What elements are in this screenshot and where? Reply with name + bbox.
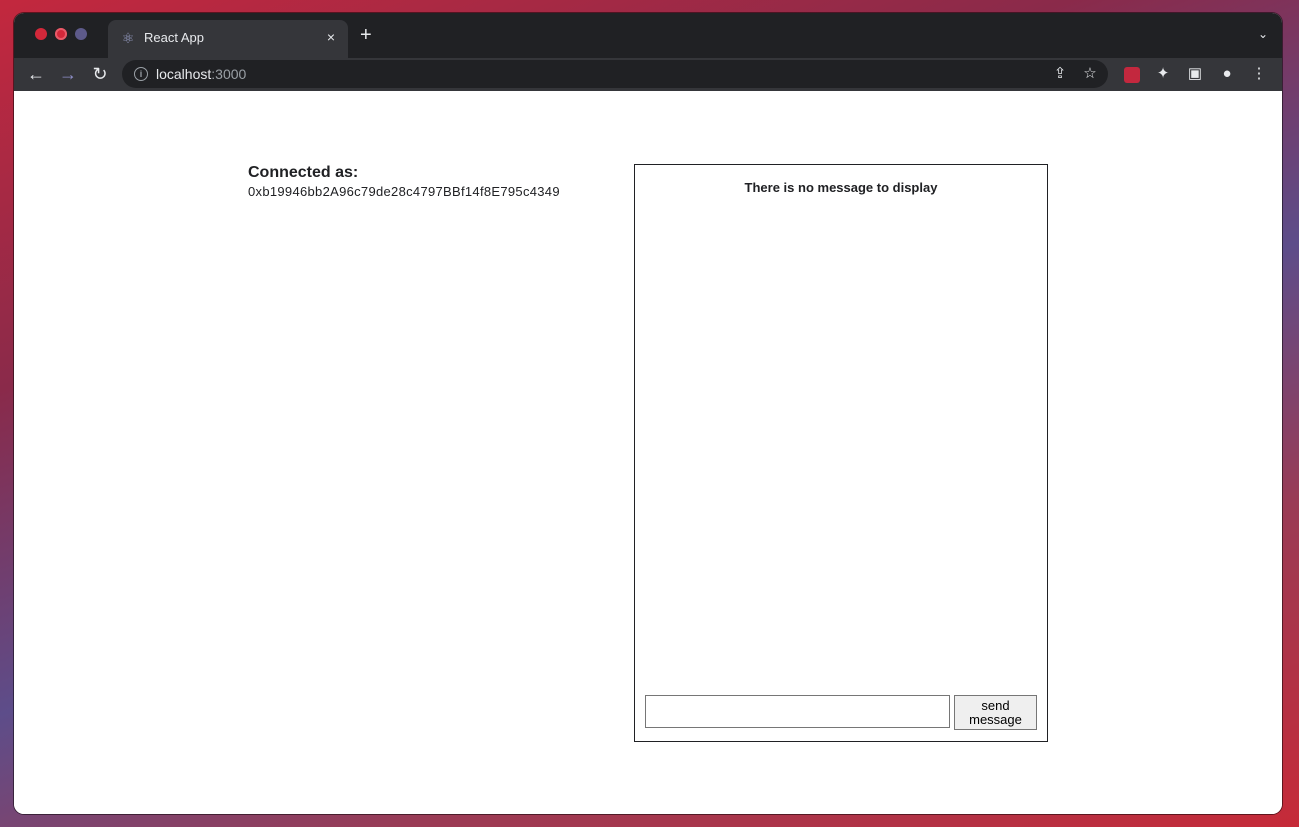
message-input[interactable] [645, 695, 950, 728]
send-message-button[interactable]: send message [954, 695, 1037, 730]
reload-icon[interactable]: ↻ [88, 62, 112, 86]
page-content: Connected as: 0xb19946bb2A96c79de28c4797… [14, 91, 1282, 814]
chat-box: There is no message to display send mess… [634, 164, 1048, 742]
minimize-window-button[interactable] [55, 28, 67, 40]
react-favicon-icon: ⚛ [121, 30, 135, 46]
browser-toolbar: ← → ↻ i localhost:3000 ⇪ ☆ ✦ ▣ ● ⋮ [14, 58, 1282, 91]
extension-icon[interactable] [1124, 67, 1140, 83]
maximize-window-button[interactable] [75, 28, 87, 40]
back-arrow-icon[interactable]: ← [24, 62, 48, 86]
url-host: localhost [156, 66, 212, 82]
share-icon[interactable]: ⇪ [1050, 64, 1070, 82]
close-window-button[interactable] [35, 28, 47, 40]
browser-menu-icon[interactable]: ⋮ [1248, 63, 1270, 85]
tab-title: React App [144, 30, 204, 45]
wallet-address: 0xb19946bb2A96c79de28c4797BBf14f8E795c43… [248, 184, 560, 199]
connection-info: Connected as: 0xb19946bb2A96c79de28c4797… [248, 164, 560, 199]
extensions-puzzle-icon[interactable]: ✦ [1152, 63, 1174, 85]
side-panel-icon[interactable]: ▣ [1184, 63, 1206, 85]
url-port: :3000 [211, 66, 247, 82]
profile-avatar-icon[interactable]: ● [1216, 63, 1238, 85]
bookmark-star-icon[interactable]: ☆ [1080, 64, 1100, 82]
tab-strip: ⚛ React App × + ⌄ [14, 13, 1282, 58]
tab-close-icon[interactable]: × [322, 28, 340, 46]
tab-react-app[interactable]: ⚛ React App × [108, 20, 348, 58]
address-bar[interactable]: i localhost:3000 ⇪ ☆ [122, 60, 1108, 88]
url-text: localhost:3000 [156, 66, 246, 82]
connected-label: Connected as: [248, 164, 359, 181]
site-info-icon[interactable]: i [134, 67, 148, 81]
new-tab-button[interactable]: + [360, 25, 372, 45]
empty-message-notice: There is no message to display [744, 180, 938, 195]
browser-window: ⚛ React App × + ⌄ ← → ↻ i localhost:3000… [14, 13, 1282, 814]
tab-search-chevron-icon[interactable]: ⌄ [1258, 27, 1268, 41]
forward-arrow-icon[interactable]: → [56, 62, 80, 86]
